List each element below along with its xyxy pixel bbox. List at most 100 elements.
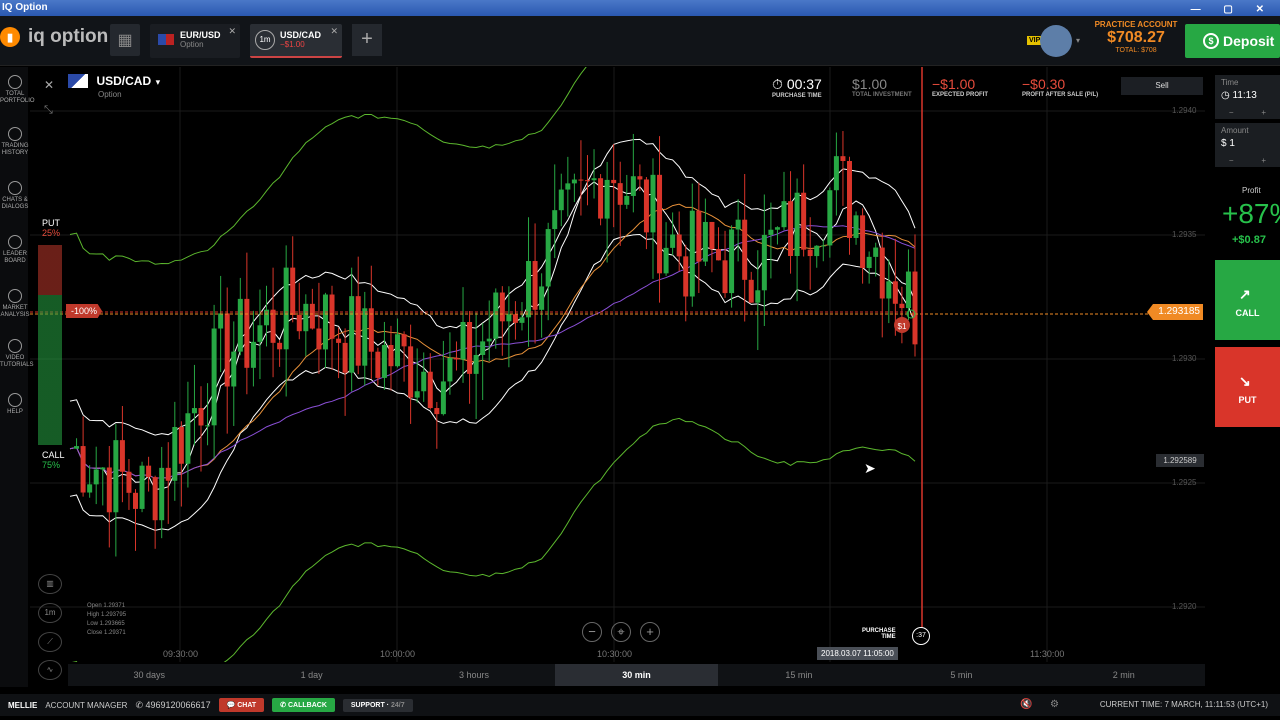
chevron-down-icon[interactable]: ▾ [1076,36,1080,45]
put-label: PUT [1238,395,1257,405]
chart-type-icon[interactable]: ▥ [38,574,62,594]
candle [879,247,885,299]
asset-type: Option [98,90,122,99]
plus-button[interactable]: + [1261,108,1266,117]
logo[interactable]: ▮ iq option [0,26,108,48]
candle [119,440,125,472]
timeframe-option[interactable]: 30 min [555,664,718,686]
purchase-time-stat: ⏱ 00:37 PURCHASE TIME [772,76,822,99]
account-manager-label[interactable]: ACCOUNT MANAGER [45,701,127,710]
candle [702,221,708,262]
ma-mid-lower [69,234,916,531]
candle [591,178,597,181]
grid-icon[interactable]: ▦ [110,24,140,56]
news-icon [8,289,22,303]
candle [401,334,407,347]
candle [250,341,256,368]
candle [506,314,512,322]
add-tab-button[interactable]: + [352,24,382,56]
sidebar-item-chats[interactable]: CHATS & DIALOGS [0,181,30,211]
sell-button[interactable]: Sell [1121,77,1203,95]
user-name[interactable]: MELLIE [8,701,37,710]
ohlc-readout: Open 1.29371 High 1.293795 Low 1.293665 … [87,602,126,638]
candle [624,195,630,205]
draw-tool-icon[interactable]: ⟋ [38,632,62,652]
timeframe-button[interactable]: 1m [38,603,62,623]
support-button[interactable]: SUPPORT · 24/7 [342,698,413,712]
sidebar-item-label: VIDEO TUTORIALS [0,355,34,368]
put-button[interactable]: ↘ PUT [1215,347,1280,427]
call-button[interactable]: ↗ CALL [1215,260,1280,340]
account-balance[interactable]: PRACTICE ACCOUNT $708.27 TOTAL: $708 [1088,20,1184,54]
sidebar-item-video[interactable]: VIDEO TUTORIALS [0,339,34,369]
candle [611,179,617,184]
amount-field[interactable]: Amount $ 1 − + [1215,123,1280,167]
sidebar-item-market[interactable]: MARKET ANALYSIS [0,289,30,319]
tab-eur-usd[interactable]: EUR/USD Option ✕ [150,24,240,58]
candle [388,345,394,367]
timeframe-option[interactable]: 5 min [880,664,1042,686]
sidebar-item-leaderboard[interactable]: LEADER BOARD [0,235,30,265]
timeframe-option[interactable]: 3 hours [393,664,555,686]
candle [329,294,335,339]
minus-button[interactable]: − [1229,156,1234,165]
minus-button[interactable]: − [1229,108,1234,117]
candle [643,179,649,233]
clock-icon [8,127,22,141]
indicators-icon[interactable]: ∿ [38,660,62,680]
candle [768,229,774,235]
zoom-in-button[interactable]: + [640,622,660,642]
close-icon[interactable]: ✕ [44,78,54,92]
candle [670,234,676,248]
candle [237,298,243,352]
callback-label: CALLBACK [288,702,327,709]
timeframe-option[interactable]: 2 min [1043,664,1205,686]
amount-value[interactable]: $ 1 [1221,138,1274,149]
call-label: CALL [1235,308,1260,318]
close-icon[interactable]: ✕ [228,26,236,37]
time-field[interactable]: Time ◷ 11:13 − + [1215,75,1280,119]
candle [224,313,230,387]
collapse-icon[interactable]: ⤡ [44,104,53,117]
candle [296,314,302,332]
trade-panel: Time ◷ 11:13 − + Amount $ 1 − + [1215,75,1280,171]
timeframe-option[interactable]: 15 min [718,664,880,686]
ohlc-high: High 1.293795 [87,612,127,618]
recenter-button[interactable]: ⌖ [611,622,631,642]
candle [617,183,623,205]
mute-icon[interactable]: 🔇 [1020,699,1032,710]
ohlc-open: Open 1.29371 [87,603,126,609]
settings-icon[interactable]: ⚙ [1050,699,1059,710]
candle [113,440,119,513]
expected-profit-label: EXPECTED PROFIT [932,92,989,98]
logo-icon: ▮ [0,27,20,47]
avatar[interactable] [1040,25,1072,57]
candle [139,465,145,509]
trend-down-icon: ↘ [1239,373,1251,389]
logo-text: iq option [28,26,109,47]
deposit-button[interactable]: $ Deposit [1185,24,1280,58]
tab-usd-cad[interactable]: 1m USD/CAD −$1.00 ✕ [250,24,342,58]
sidebar-item-history[interactable]: TRADING HISTORY [0,127,30,157]
plus-button[interactable]: + [1261,156,1266,165]
candle [277,342,283,350]
asset-header[interactable]: USD/CAD ▾ Option [68,72,160,99]
candle [93,469,99,485]
timeframe-option[interactable]: 30 days [68,664,230,686]
candle [794,192,800,256]
candle [191,408,197,414]
candle [290,267,296,315]
candle [512,314,518,323]
timeframe-option[interactable]: 1 day [230,664,392,686]
close-icon[interactable]: ✕ [330,26,338,37]
candle [539,286,545,310]
sidebar-item-portfolio[interactable]: TOTAL PORTFOLIO [0,75,35,105]
callback-button[interactable]: ✆ CALLBACK [272,698,335,712]
sidebar-item-help[interactable]: HELP [0,393,30,416]
price-chart[interactable]: $1 [30,67,1205,662]
chat-button[interactable]: 💬 CHAT [218,698,265,712]
top-bar: ▮ iq option ▦ EUR/USD Option ✕ 1m USD/CA… [0,16,1280,66]
candle [748,279,754,303]
zoom-out-button[interactable]: − [582,622,602,642]
candle [827,190,833,246]
